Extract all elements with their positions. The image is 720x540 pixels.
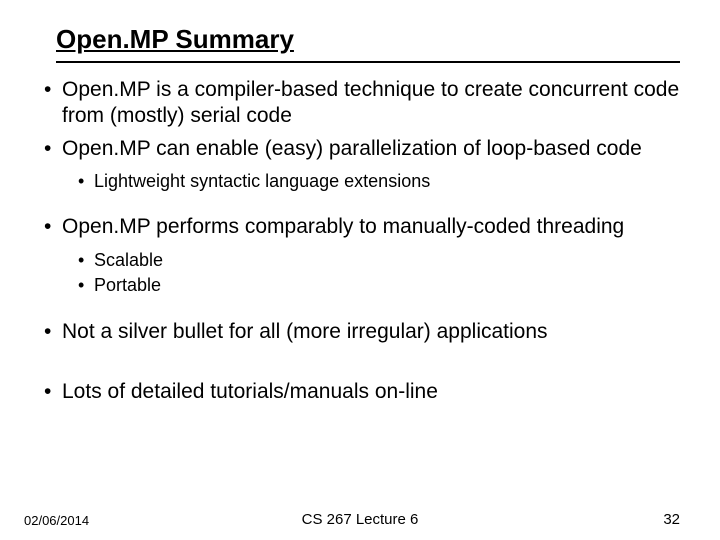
- title-underline: [56, 61, 680, 63]
- footer-date: 02/06/2014: [24, 513, 89, 528]
- bullet-text: Open.MP can enable (easy) parallelizatio…: [62, 137, 642, 160]
- slide: Open.MP Summary Open.MP is a compiler-ba…: [0, 0, 720, 540]
- bullet-item: Open.MP performs comparably to manually-…: [40, 214, 680, 296]
- bullet-item: Not a silver bullet for all (more irregu…: [40, 319, 680, 345]
- bullet-text: Not a silver bullet for all (more irregu…: [62, 320, 548, 343]
- footer-center: CS 267 Lecture 6: [302, 511, 419, 528]
- sub-list: Lightweight syntactic language extension…: [62, 170, 680, 193]
- bullet-text: Lots of detailed tutorials/manuals on-li…: [62, 380, 438, 403]
- bullet-list: Open.MP is a compiler-based technique to…: [40, 77, 680, 405]
- sub-item: Portable: [76, 274, 680, 297]
- bullet-text: Open.MP performs comparably to manually-…: [62, 215, 624, 238]
- bullet-text: Open.MP is a compiler-based technique to…: [62, 78, 679, 127]
- sub-item: Scalable: [76, 249, 680, 272]
- bullet-item: Open.MP can enable (easy) parallelizatio…: [40, 136, 680, 193]
- sub-list: Scalable Portable: [62, 249, 680, 297]
- slide-title: Open.MP Summary: [56, 24, 680, 55]
- footer-page-number: 32: [663, 511, 680, 528]
- sub-item: Lightweight syntactic language extension…: [76, 170, 680, 193]
- bullet-item: Lots of detailed tutorials/manuals on-li…: [40, 379, 680, 405]
- bullet-item: Open.MP is a compiler-based technique to…: [40, 77, 680, 130]
